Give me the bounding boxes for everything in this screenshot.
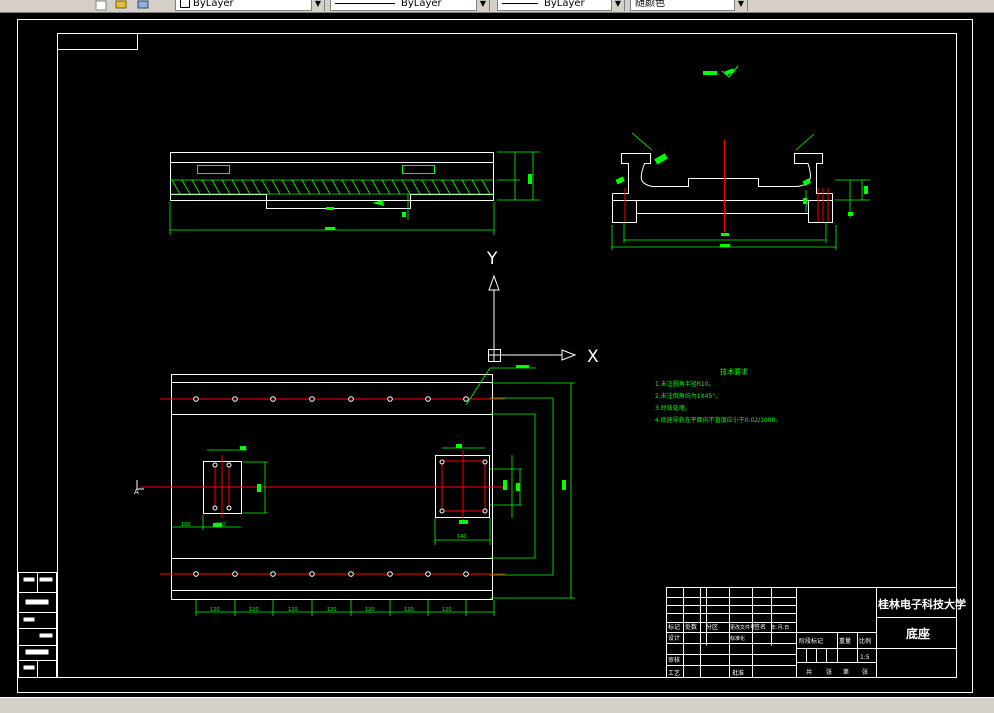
svg-text:重量: 重量 (839, 637, 851, 645)
svg-text:第: 第 (843, 668, 849, 676)
plot-style-value: 随颜色 (635, 0, 665, 9)
svg-text:批准: 批准 (732, 669, 744, 677)
svg-text:共: 共 (806, 668, 812, 676)
status-bar (0, 697, 994, 713)
svg-text:120: 120 (327, 607, 337, 613)
layer-manager-icon[interactable] (95, 0, 109, 11)
chevron-down-icon: ▼ (734, 0, 747, 11)
title-block-text: 标记 处数 分区 更改文件号 签名 年.月.日 设计 审核 工艺 标准化 批准 … (668, 623, 871, 677)
svg-text:120: 120 (249, 607, 259, 613)
chevron-down-icon: ▼ (476, 0, 489, 11)
svg-text:分区: 分区 (706, 623, 718, 631)
svg-text:120: 120 (365, 607, 375, 613)
lineweight-control-dropdown[interactable]: ByLayer ▼ (497, 0, 625, 11)
plot-style-dropdown[interactable]: 随颜色 ▼ (630, 0, 748, 11)
svg-text:处数: 处数 (685, 623, 697, 631)
svg-text:审核: 审核 (668, 656, 680, 664)
side-section-view (611, 132, 870, 250)
lineweight-control-value: ByLayer (544, 0, 585, 9)
linetype-sample (335, 2, 395, 4)
layer-states-icon[interactable] (136, 0, 150, 10)
top-plan-view (136, 365, 575, 616)
sheet-border (17, 19, 973, 693)
svg-text:标记: 标记 (668, 623, 680, 631)
svg-text:设计: 设计 (668, 634, 680, 642)
part-name: 底座 (906, 626, 930, 641)
chevron-down-icon: ▼ (611, 0, 624, 11)
svg-text:工艺: 工艺 (668, 669, 680, 677)
svg-text:年.月.日: 年.月.日 (771, 624, 789, 631)
svg-text:阶段标记: 阶段标记 (799, 637, 823, 645)
drawing-canvas[interactable]: Y X 技术要求 1.未注圆角半径R10。 2.未注倒角均为1X45°。 3.时… (0, 13, 994, 697)
color-control-dropdown[interactable]: ByLayer ▼ (175, 0, 325, 11)
svg-text:120: 120 (216, 522, 226, 528)
layer-previous-icon[interactable] (114, 0, 128, 10)
tech-req-item-2: 2.未注倒角均为1X45°。 (655, 392, 721, 400)
tech-req-title: 技术要求 (720, 367, 748, 376)
svg-text:张: 张 (862, 668, 868, 676)
svg-text:签名: 签名 (754, 623, 766, 631)
lineweight-sample (502, 2, 538, 4)
linetype-control-dropdown[interactable]: ByLayer ▼ (330, 0, 490, 11)
frame-tag (57, 33, 138, 50)
svg-text:140: 140 (457, 534, 467, 540)
tech-req-item-1: 1.未注圆角半径R10。 (655, 380, 715, 388)
svg-text:100: 100 (181, 522, 191, 528)
front-section-view (169, 151, 540, 235)
properties-toolbar: ByLayer ▼ ByLayer ▼ ByLayer ▼ 随颜色 ▼ (0, 0, 994, 13)
chevron-down-icon: ▼ (311, 0, 324, 11)
svg-text:更改文件号: 更改文件号 (730, 624, 755, 631)
linetype-control-value: ByLayer (401, 0, 442, 9)
svg-text:120: 120 (404, 607, 414, 613)
svg-text:张: 张 (826, 668, 832, 676)
tech-req-item-4: 4.底座导轨在平面内不直度应小于0.02/1000。 (655, 416, 781, 424)
roughness-note (703, 65, 739, 78)
ucs-y-label: Y (486, 249, 498, 269)
ucs-x-label: X (587, 347, 599, 367)
ucs-icon (488, 274, 577, 362)
svg-text:标准化: 标准化 (730, 635, 745, 642)
svg-text:120: 120 (288, 607, 298, 613)
svg-text:比例: 比例 (859, 637, 871, 645)
section-mark: A (134, 488, 139, 496)
side-strip (18, 572, 57, 678)
university-name: 桂林电子科技大学 (877, 597, 966, 611)
scale-value: 1:5 (860, 654, 870, 661)
svg-text:120: 120 (442, 607, 452, 613)
tech-requirements: 技术要求 1.未注圆角半径R10。 2.未注倒角均为1X45°。 3.时效处理。… (655, 367, 781, 424)
color-control-value: ByLayer (193, 0, 234, 9)
svg-text:120: 120 (210, 607, 220, 613)
color-swatch-icon (180, 0, 190, 8)
tech-req-item-3: 3.时效处理。 (655, 404, 691, 412)
